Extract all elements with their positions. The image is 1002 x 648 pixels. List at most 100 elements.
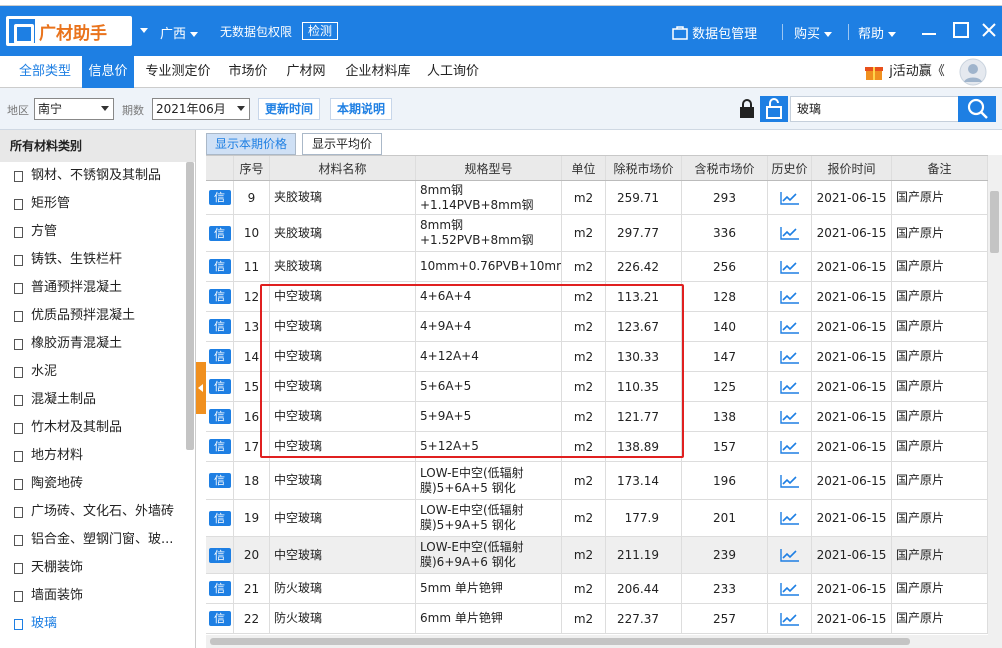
search-button[interactable] xyxy=(958,96,996,122)
cell-history[interactable] xyxy=(768,537,812,573)
area-select[interactable]: 南宁 xyxy=(34,98,114,120)
tab-all-types[interactable]: 全部类型 xyxy=(10,56,80,88)
cell-info[interactable]: 信 xyxy=(206,574,234,603)
app-menu-chevron-icon[interactable] xyxy=(140,28,148,33)
sidebar-item[interactable]: 铸铁、生铁栏杆 xyxy=(0,246,195,274)
cell-history[interactable] xyxy=(768,252,812,281)
column-header-no[interactable]: 序号 xyxy=(234,156,270,180)
table-row[interactable]: 信 21 防火玻璃 5mm 单片铯钾 m2 206.44 233 2021-06-15 国产原片 xyxy=(206,574,988,604)
region-selector[interactable]: 广西 xyxy=(160,23,199,42)
column-header-history[interactable]: 历史价 xyxy=(768,156,812,180)
sidebar-item[interactable]: 矩形管 xyxy=(0,190,195,218)
sidebar-item[interactable]: 陶瓷地砖 xyxy=(0,470,195,498)
help-menu[interactable]: 帮助 xyxy=(858,23,897,42)
table-row[interactable]: 信 20 中空玻璃 LOW-E中空(低辐射膜)6+9A+6 钢化 m2 211.19 239… xyxy=(206,537,988,574)
update-time-button[interactable]: 更新时间 xyxy=(258,98,320,120)
cell-info[interactable]: 信 xyxy=(206,342,234,371)
sidebar-item[interactable]: 天棚装饰 xyxy=(0,554,195,582)
table-row[interactable]: 信 9 夹胶玻璃 8mm钢+1.14PVB+8mm钢 m2 259.71 293 2021-0… xyxy=(206,181,988,215)
activity-link[interactable]: j活动赢《 xyxy=(884,56,950,88)
table-row[interactable]: 信 19 中空玻璃 LOW-E中空(低辐射膜)5+9A+5 钢化 m2 177.9 201 2… xyxy=(206,500,988,537)
cell-info[interactable]: 信 xyxy=(206,252,234,281)
scroll-thumb[interactable] xyxy=(990,191,999,253)
cell-info[interactable]: 信 xyxy=(206,462,234,499)
info-badge[interactable]: 信 xyxy=(208,225,231,241)
info-badge[interactable]: 信 xyxy=(208,349,231,364)
info-badge[interactable]: 信 xyxy=(208,259,231,274)
info-badge[interactable]: 信 xyxy=(208,379,231,394)
cell-history[interactable] xyxy=(768,372,812,401)
info-badge[interactable]: 信 xyxy=(208,473,231,488)
column-header-price_ex[interactable]: 除税市场价 xyxy=(606,156,682,180)
package-manage-button[interactable]: 数据包管理 xyxy=(672,23,757,42)
sidebar-item[interactable]: 橡胶沥青混凝土 xyxy=(0,330,195,358)
info-badge[interactable]: 信 xyxy=(208,319,231,334)
table-vertical-scrollbar[interactable] xyxy=(988,155,1002,635)
tab-professional-price[interactable]: 专业测定价 xyxy=(138,56,218,88)
sidebar-item[interactable]: 水泥 xyxy=(0,358,195,386)
sidebar-item[interactable]: 竹木材及其制品 xyxy=(0,414,195,442)
column-header-price_in[interactable]: 含税市场价 xyxy=(682,156,768,180)
cell-history[interactable] xyxy=(768,181,812,214)
table-horizontal-scrollbar[interactable] xyxy=(206,635,1002,648)
info-badge[interactable]: 信 xyxy=(208,547,231,563)
info-badge[interactable]: 信 xyxy=(208,289,231,304)
cell-history[interactable] xyxy=(768,604,812,633)
info-badge[interactable]: 信 xyxy=(208,409,231,424)
period-select[interactable]: 2021年06月 xyxy=(152,98,250,120)
column-header-note[interactable]: 备注 xyxy=(892,156,988,180)
unlock-toggle[interactable] xyxy=(760,96,788,122)
cell-history[interactable] xyxy=(768,282,812,311)
cell-history[interactable] xyxy=(768,402,812,431)
cell-history[interactable] xyxy=(768,342,812,371)
buy-menu[interactable]: 购买 xyxy=(794,23,833,42)
tab-enterprise-library[interactable]: 企业材料库 xyxy=(338,56,418,88)
cell-info[interactable]: 信 xyxy=(206,372,234,401)
tab-current-price[interactable]: 显示本期价格 xyxy=(206,133,296,155)
cell-history[interactable] xyxy=(768,215,812,251)
collapse-sidebar-button[interactable] xyxy=(196,362,206,414)
sidebar-item[interactable]: 玻璃 xyxy=(0,610,195,638)
tab-guangcai-net[interactable]: 广材网 xyxy=(280,56,332,88)
tab-info-price[interactable]: 信息价 xyxy=(82,56,134,88)
cell-info[interactable]: 信 xyxy=(206,181,234,214)
sidebar-item[interactable]: 铝合金、塑钢门窗、玻... xyxy=(0,526,195,554)
sidebar-item[interactable]: 广场砖、文化石、外墙砖 xyxy=(0,498,195,526)
table-row[interactable]: 信 22 防火玻璃 6mm 单片铯钾 m2 227.37 257 2021-06-15 国产原片 xyxy=(206,604,988,634)
sidebar-scrollbar[interactable] xyxy=(186,162,194,450)
tab-average-price[interactable]: 显示平均价 xyxy=(302,133,382,155)
sidebar-item[interactable]: 地方材料 xyxy=(0,442,195,470)
tab-market-price[interactable]: 市场价 xyxy=(222,56,274,88)
sidebar-item[interactable]: 优质品预拌混凝土 xyxy=(0,302,195,330)
lock-icon[interactable] xyxy=(738,99,756,119)
sidebar-item[interactable]: 方管 xyxy=(0,218,195,246)
minimize-icon[interactable] xyxy=(920,21,938,39)
cell-info[interactable]: 信 xyxy=(206,537,234,573)
cell-info[interactable]: 信 xyxy=(206,282,234,311)
cell-info[interactable]: 信 xyxy=(206,500,234,536)
column-header-unit[interactable]: 单位 xyxy=(562,156,606,180)
info-badge[interactable]: 信 xyxy=(208,439,231,454)
sidebar-item[interactable]: 普通预拌混凝土 xyxy=(0,274,195,302)
check-button[interactable]: 检测 xyxy=(302,22,338,40)
info-badge[interactable]: 信 xyxy=(208,510,231,526)
info-badge[interactable]: 信 xyxy=(208,611,231,626)
close-icon[interactable] xyxy=(980,21,998,39)
tab-manual-inquiry[interactable]: 人工询价 xyxy=(422,56,484,88)
scroll-thumb[interactable] xyxy=(210,638,910,645)
column-header-date[interactable]: 报价时间 xyxy=(812,156,892,180)
cell-history[interactable] xyxy=(768,574,812,603)
period-notes-button[interactable]: 本期说明 xyxy=(330,98,392,120)
cell-info[interactable]: 信 xyxy=(206,402,234,431)
sidebar-item[interactable]: 混凝土制品 xyxy=(0,386,195,414)
cell-info[interactable]: 信 xyxy=(206,432,234,461)
table-row[interactable]: 信 18 中空玻璃 LOW-E中空(低辐射膜)5+6A+5 钢化 m2 173.14 196… xyxy=(206,462,988,500)
cell-info[interactable]: 信 xyxy=(206,215,234,251)
table-row[interactable]: 信 10 夹胶玻璃 8mm钢+1.52PVB+8mm钢 m2 297.77 336 2021-… xyxy=(206,215,988,252)
maximize-icon[interactable] xyxy=(952,21,970,39)
sidebar-item[interactable]: 墙面装饰 xyxy=(0,582,195,610)
cell-history[interactable] xyxy=(768,312,812,341)
avatar-icon[interactable] xyxy=(958,58,988,86)
column-header-spec[interactable]: 规格型号 xyxy=(416,156,562,180)
cell-info[interactable]: 信 xyxy=(206,312,234,341)
